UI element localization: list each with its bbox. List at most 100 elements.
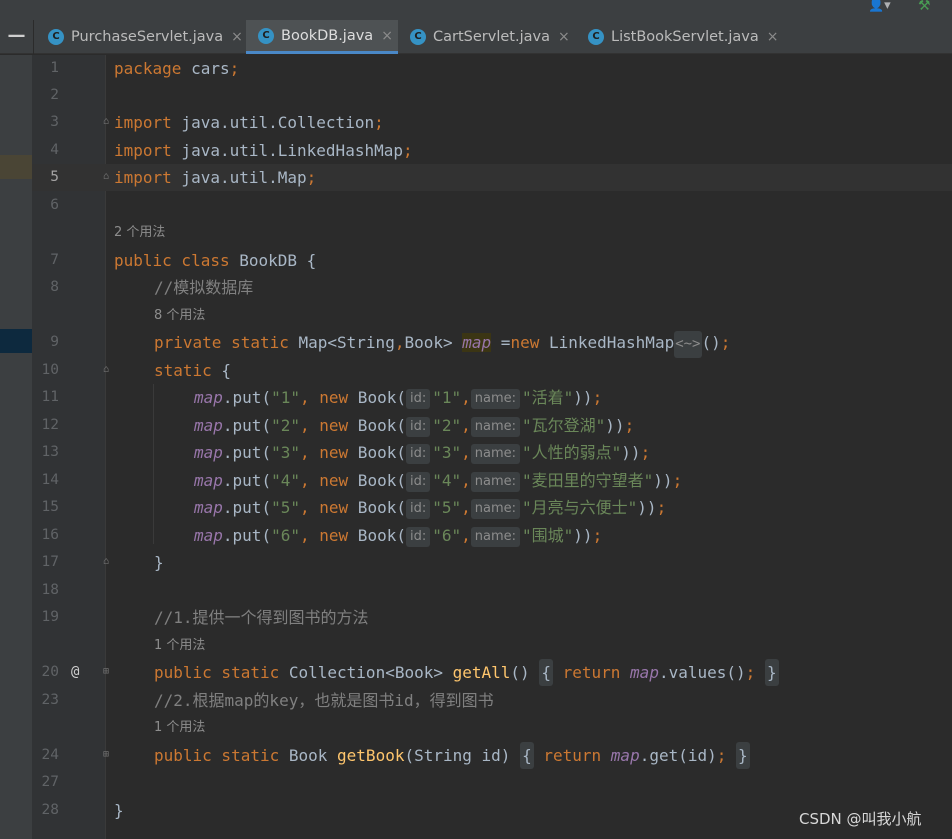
fold-icon[interactable]: ⌂ xyxy=(101,171,111,183)
build-hammer-icon[interactable]: ⚒ xyxy=(918,0,948,14)
close-tab-icon[interactable]: × xyxy=(558,29,570,45)
line-number: 11 xyxy=(41,389,59,405)
code-line[interactable]: 27 xyxy=(32,769,952,796)
code-line[interactable]: 13 map.put("3", new Book(id: "3", name: "人性… xyxy=(32,439,952,466)
fold-expand-icon[interactable]: ⊞ xyxy=(101,666,111,678)
code-line[interactable]: 11 map.put("1", new Book(id: "1", name: "活着… xyxy=(32,384,952,411)
java-class-icon: C xyxy=(588,29,604,45)
code-line[interactable]: 15 map.put("5", new Book(id: "5", name: "月亮… xyxy=(32,494,952,521)
line-number: 1 xyxy=(50,60,59,76)
code-comment: //模拟数据库 xyxy=(154,278,254,297)
code-line[interactable]: 17 ⌂ } xyxy=(32,549,952,576)
close-tab-icon[interactable]: × xyxy=(767,29,779,45)
code-line[interactable]: 8 //模拟数据库 xyxy=(32,274,952,301)
line-number: 13 xyxy=(41,444,59,460)
line-number: 27 xyxy=(41,774,59,790)
java-class-icon: C xyxy=(258,27,274,44)
code-line[interactable]: 7 public class BookDB { xyxy=(32,247,952,274)
strip-marker xyxy=(0,329,32,353)
code-line[interactable]: 19 //1.提供一个得到图书的方法 xyxy=(32,604,952,631)
fold-icon[interactable]: ⌂ xyxy=(101,116,111,128)
code-line[interactable]: 10 ⌂ static { xyxy=(32,357,952,384)
watermark-text: CSDN @叫我小航 xyxy=(799,810,922,828)
line-number: 5 xyxy=(50,169,59,185)
code-text: public static Collection<Book> getAll() … xyxy=(154,659,779,686)
code-line-current[interactable]: 5 ⌂ import java.util.Map; xyxy=(32,164,952,191)
code-comment: //2.根据map的key，也就是图书id，得到图书 xyxy=(154,691,494,710)
line-number: 3 xyxy=(50,114,59,130)
param-hint-id: id: xyxy=(405,527,431,547)
line-number: 20 xyxy=(41,664,59,680)
left-tool-strip xyxy=(0,55,32,839)
code-text: public class BookDB { xyxy=(114,251,317,270)
code-text: map.put("5", new Book(id: "5", name: "月亮与六便… xyxy=(194,498,667,519)
code-text: import java.util.Map; xyxy=(114,168,317,187)
override-marker-icon[interactable]: @ xyxy=(71,659,79,686)
minimize-panel-button[interactable]: — xyxy=(0,20,34,54)
fold-icon[interactable]: ⌂ xyxy=(101,556,111,568)
close-tab-icon[interactable]: × xyxy=(231,29,243,45)
code-line[interactable]: 2 xyxy=(32,82,952,109)
code-line[interactable]: 23 //2.根据map的key，也就是图书id，得到图书 xyxy=(32,687,952,713)
close-tab-icon[interactable]: × xyxy=(381,28,393,44)
line-number: 12 xyxy=(41,417,59,433)
line-number: 15 xyxy=(41,499,59,515)
line-number: 24 xyxy=(41,747,59,763)
code-line[interactable]: 20 @ ⊞ public static Collection<Book> ge… xyxy=(32,659,952,686)
line-number: 8 xyxy=(50,279,59,295)
diamond-hint[interactable]: <~> xyxy=(674,331,702,358)
line-number: 18 xyxy=(41,582,59,598)
param-hint-id: id: xyxy=(405,417,431,437)
usage-hint[interactable]: 1 个用法 xyxy=(154,715,205,741)
code-line[interactable]: 4 import java.util.LinkedHashMap; xyxy=(32,137,952,164)
tab-listbookservlet[interactable]: C ListBookServlet.java × xyxy=(576,20,786,54)
code-text: map.put("6", new Book(id: "6", name: "围城"))… xyxy=(194,526,603,547)
java-class-icon: C xyxy=(410,29,426,45)
line-number: 28 xyxy=(41,802,59,818)
code-text: private static Map<String,Book> map =new… xyxy=(154,329,730,358)
tab-label: ListBookServlet.java xyxy=(611,29,759,45)
code-line[interactable]: 6 xyxy=(32,192,952,219)
tab-label: BookDB.java xyxy=(281,27,374,44)
tab-cartservlet[interactable]: C CartServlet.java × xyxy=(398,20,574,54)
usage-hint[interactable]: 8 个用法 xyxy=(154,303,205,329)
line-number: 17 xyxy=(41,554,59,570)
title-bar-strip: 👤▾ ⚒ xyxy=(0,0,952,20)
code-line[interactable]: 24 ⊞ public static Book getBook(String i… xyxy=(32,742,952,769)
code-line[interactable]: 12 map.put("2", new Book(id: "2", name: "瓦尔… xyxy=(32,412,952,439)
code-line[interactable]: 16 map.put("6", new Book(id: "6", name: "围城… xyxy=(32,522,952,549)
fold-icon[interactable]: ⌂ xyxy=(101,364,111,376)
param-hint-id: id: xyxy=(405,444,431,464)
editor-tab-bar: — C PurchaseServlet.java × C BookDB.java… xyxy=(0,20,952,54)
line-number: 19 xyxy=(41,609,59,625)
code-line[interactable]: 9 private static Map<String,Book> map =n… xyxy=(32,329,952,358)
code-text: import java.util.Collection; xyxy=(114,113,384,132)
code-line[interactable]: 3 ⌂ import java.util.Collection; xyxy=(32,109,952,136)
user-account-icon[interactable]: 👤▾ xyxy=(868,0,908,16)
code-comment: //1.提供一个得到图书的方法 xyxy=(154,608,369,627)
code-text: import java.util.LinkedHashMap; xyxy=(114,141,413,160)
line-number: 6 xyxy=(50,197,59,213)
tab-bookdb[interactable]: C BookDB.java × xyxy=(246,20,398,54)
line-number: 9 xyxy=(50,334,59,350)
usage-hint[interactable]: 2 个用法 xyxy=(114,220,165,246)
code-text: } xyxy=(114,801,124,820)
code-line[interactable]: 1 package cars; xyxy=(32,55,952,82)
tab-label: PurchaseServlet.java xyxy=(71,29,224,45)
param-hint-name: name: xyxy=(470,389,521,409)
code-text: map.put("4", new Book(id: "4", name: "麦田里的守… xyxy=(194,471,683,492)
param-hint-name: name: xyxy=(470,527,521,547)
code-text: map.put("1", new Book(id: "1", name: "活着"))… xyxy=(194,388,603,409)
param-hint-id: id: xyxy=(405,389,431,409)
usage-hint[interactable]: 1 个用法 xyxy=(154,633,205,659)
line-number: 16 xyxy=(41,527,59,543)
param-hint-name: name: xyxy=(470,444,521,464)
code-text: package cars; xyxy=(114,59,240,78)
code-line[interactable]: 18 xyxy=(32,577,952,604)
line-number: 14 xyxy=(41,472,59,488)
fold-expand-icon[interactable]: ⊞ xyxy=(101,749,111,761)
param-hint-name: name: xyxy=(470,417,521,437)
code-line[interactable]: 14 map.put("4", new Book(id: "4", name: "麦田… xyxy=(32,467,952,494)
tab-purchaseservlet[interactable]: C PurchaseServlet.java × xyxy=(36,20,244,54)
line-number: 4 xyxy=(50,142,59,158)
